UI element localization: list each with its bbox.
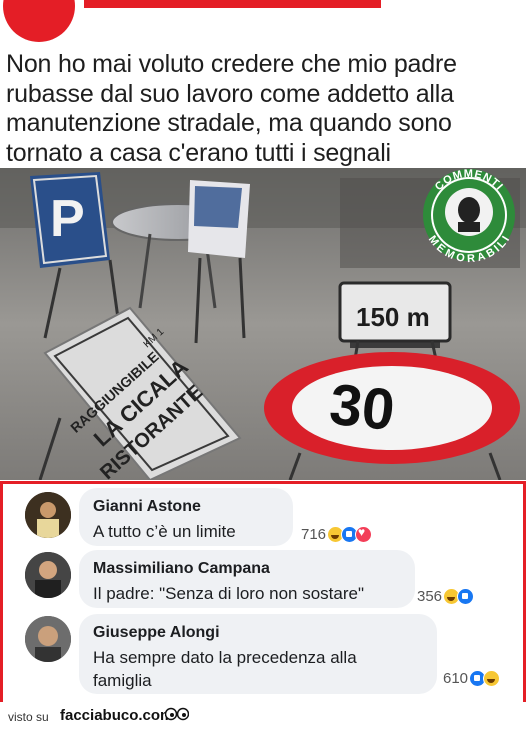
eyes-icon <box>165 707 189 721</box>
comment-bubble: Gianni Astone A tutto c’è un limite <box>79 488 293 546</box>
comment-bubble: Massimiliano Campana Il padre: "Senza di… <box>79 550 415 608</box>
sign-150-text: 150 m <box>356 302 430 332</box>
sign-p-text: P <box>50 190 85 248</box>
sign-30-text: 30 <box>327 372 398 443</box>
avatar[interactable] <box>25 552 71 598</box>
reaction-count: 716 <box>301 526 327 543</box>
profile-avatar[interactable] <box>3 0 75 42</box>
footer-brand-link[interactable]: facciabuco.com <box>60 707 173 724</box>
comment-author[interactable]: Giuseppe Alongi <box>93 623 423 643</box>
reactions[interactable]: 610 <box>443 670 501 687</box>
comment-bubble: Giuseppe Alongi Ha sempre dato la preced… <box>79 614 437 694</box>
reaction-count: 610 <box>443 670 469 687</box>
avatar[interactable] <box>25 616 71 662</box>
comment-author[interactable]: Massimiliano Campana <box>93 559 401 579</box>
comment-text: A tutto c’è un limite <box>93 522 236 541</box>
header-bar <box>84 0 381 8</box>
reaction-count: 356 <box>417 588 443 605</box>
like-icon <box>457 588 475 605</box>
comment-author[interactable]: Gianni Astone <box>93 497 279 517</box>
comment-text: Ha sempre dato la precedenza alla famigl… <box>93 648 357 690</box>
avatar[interactable] <box>25 492 71 538</box>
post-header <box>0 0 526 48</box>
comment-text: Il padre: "Senza di loro non sostare" <box>93 584 365 603</box>
love-icon <box>355 525 373 543</box>
meme-caption: Non ho mai voluto credere che mio padre … <box>6 50 457 167</box>
commenti-memorabili-logo: COMMENTI MEMORABILI <box>423 168 515 265</box>
footer: visto su facciabuco.com <box>0 702 526 730</box>
reactions[interactable]: 356 <box>417 588 475 605</box>
comments-section: Gianni Astone A tutto c’è un limite 716 … <box>0 481 526 705</box>
meme-photo: P RAGGIUNGIBILE LA CICALA RISTORANTE KM … <box>0 168 526 480</box>
reactions[interactable]: 716 <box>301 525 373 543</box>
footer-visto-text: visto su <box>8 710 49 724</box>
haha-icon <box>483 670 501 687</box>
